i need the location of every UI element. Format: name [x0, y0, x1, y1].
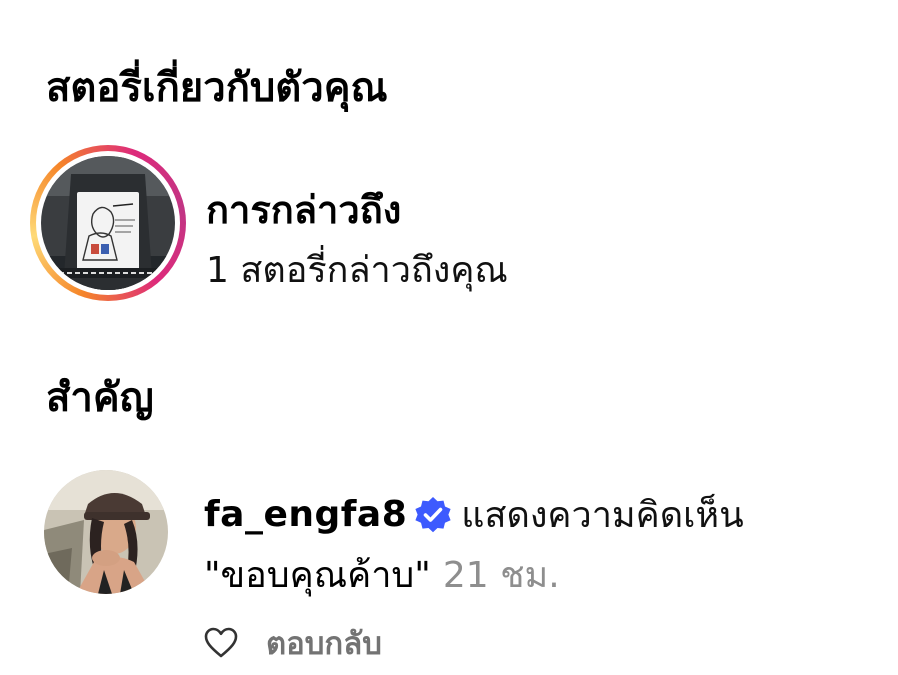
- story-thumbnail[interactable]: [41, 156, 175, 290]
- heart-outline-icon[interactable]: [204, 627, 238, 659]
- activity-line-1: fa_engfa8 แสดงความคิดเห็น: [204, 486, 744, 543]
- reply-button[interactable]: ตอบกลับ: [266, 618, 382, 668]
- activity-item[interactable]: fa_engfa8 แสดงความคิดเห็น "ขอบคุณค้าบ" 21…: [44, 470, 884, 670]
- avatar[interactable]: [44, 470, 168, 594]
- verified-badge-icon: [413, 495, 453, 535]
- story-thumbnail-image: [41, 156, 175, 290]
- activity-line-2: "ขอบคุณค้าบ" 21 ชม.: [204, 546, 560, 603]
- activity-action-text: แสดงความคิดเห็น: [461, 495, 744, 536]
- mentions-row[interactable]: การกล่าวถึง 1 สตอรี่กล่าวถึงคุณ: [30, 145, 870, 305]
- timestamp: 21 ชม.: [442, 555, 560, 596]
- mentions-title: การกล่าวถึง: [206, 188, 402, 232]
- story-ring[interactable]: [30, 145, 186, 301]
- avatar-image: [44, 470, 168, 594]
- activity-actions: ตอบกลับ: [204, 618, 382, 668]
- username[interactable]: fa_engfa8: [204, 494, 407, 535]
- mentions-subtitle: 1 สตอรี่กล่าวถึงคุณ: [206, 250, 508, 291]
- section-title-stories: สตอรี่เกี่ยวกับตัวคุณ: [46, 65, 388, 111]
- comment-text: "ขอบคุณค้าบ": [204, 555, 431, 596]
- section-title-important: สำคัญ: [46, 375, 154, 421]
